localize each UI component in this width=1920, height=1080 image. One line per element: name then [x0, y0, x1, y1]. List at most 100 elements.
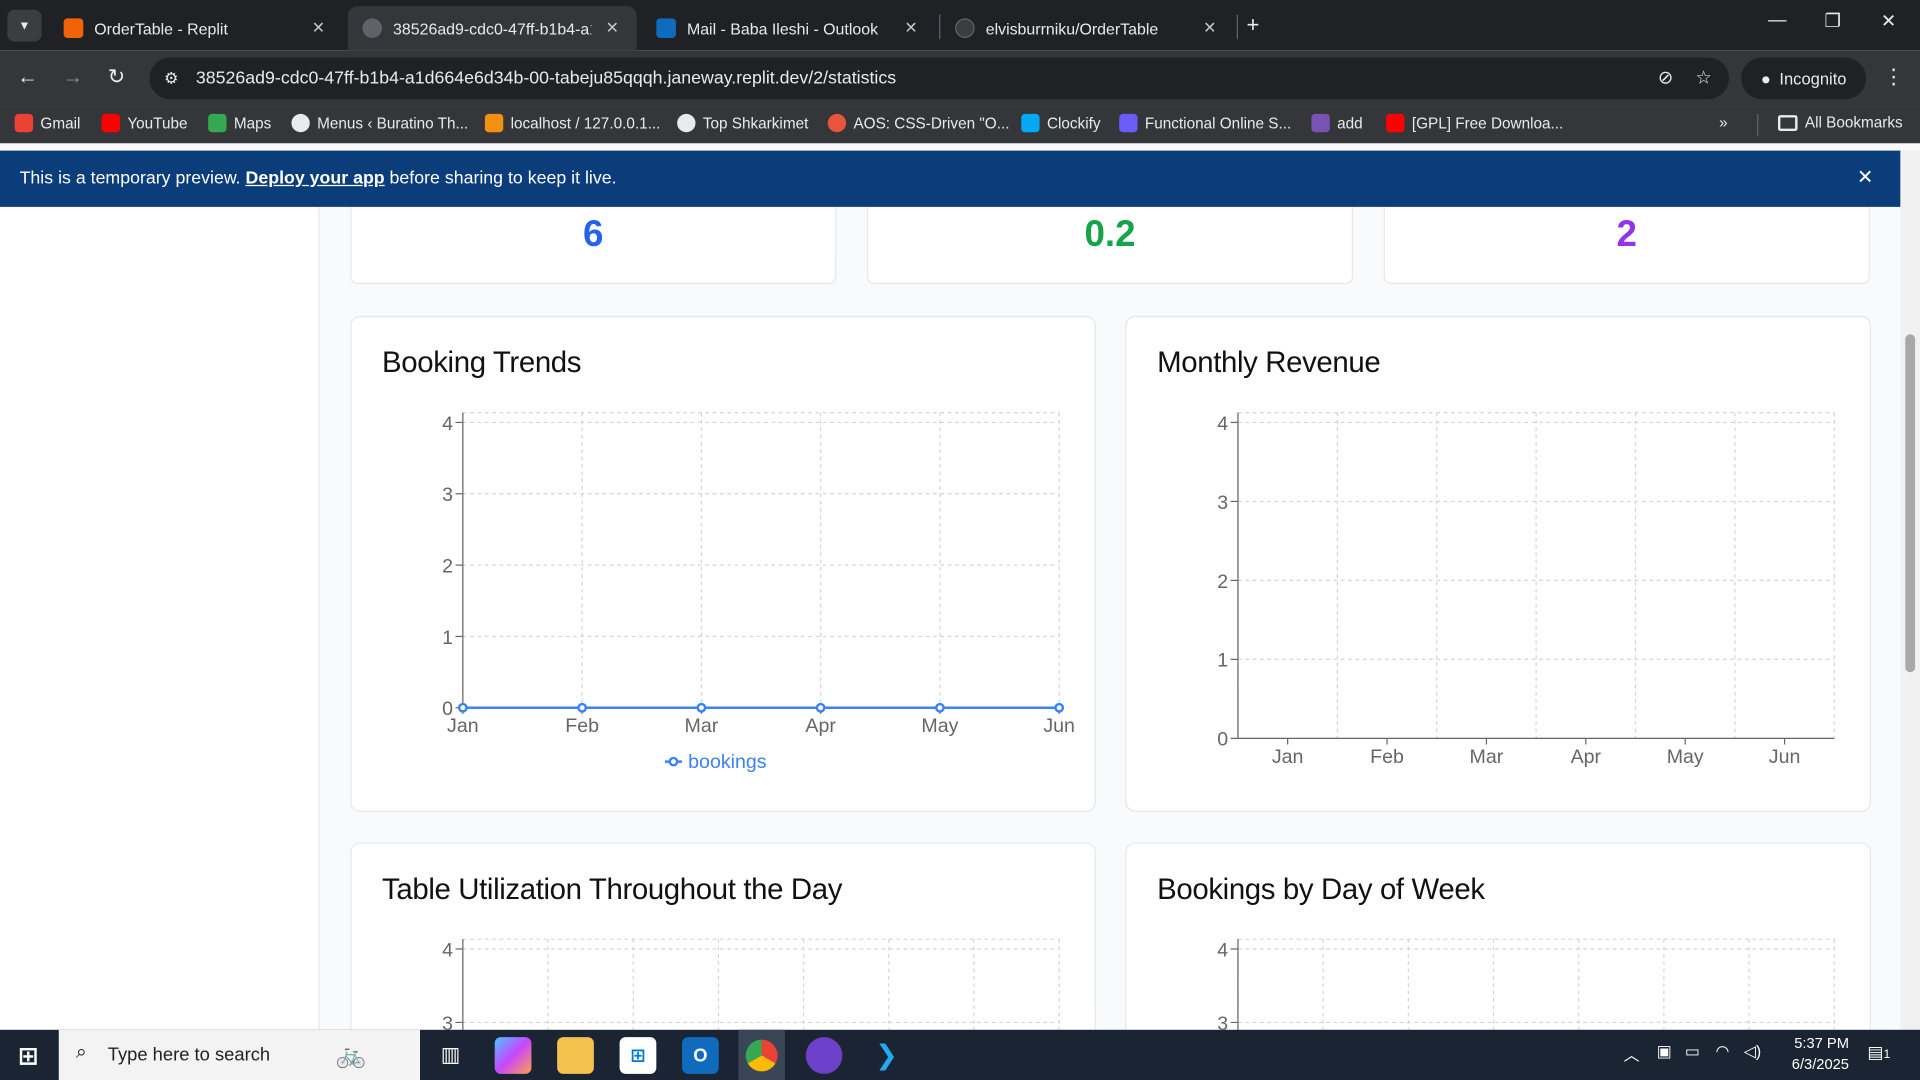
bookmark-gmail[interactable]: Gmail — [14, 113, 81, 133]
x-tick-label: Apr — [805, 715, 836, 737]
bookmark-label: Menus ‹ Buratino Th... — [317, 114, 469, 132]
site-settings-icon[interactable]: ⚙ — [164, 69, 178, 89]
bookings-by-day-card: Bookings by Day of Week 34 — [1125, 842, 1872, 1030]
bookmark-label: localhost / 127.0.0.1... — [510, 114, 661, 132]
y-tick-label: 3 — [442, 484, 453, 506]
star-icon[interactable]: ☆ — [1695, 66, 1711, 88]
github-desktop-icon[interactable] — [805, 1037, 843, 1074]
microsoft-store-icon[interactable]: ⊞ — [619, 1037, 657, 1074]
bookmark-youtube[interactable]: YouTube — [101, 113, 188, 133]
battery-icon[interactable]: ▭ — [1685, 1042, 1700, 1062]
outlook-icon[interactable]: O — [682, 1037, 719, 1074]
y-tick-label: 2 — [442, 555, 453, 577]
vscode-icon[interactable]: ❯ — [868, 1037, 905, 1074]
all-bookmarks-label: All Bookmarks — [1804, 113, 1903, 132]
bookmark-label: YouTube — [127, 114, 188, 132]
tab-outlook[interactable]: Mail - Baba Ileshi - Outlook ✕ — [642, 6, 936, 50]
maps-icon — [208, 113, 227, 133]
reload-icon[interactable]: ↻ — [108, 65, 125, 89]
bookmark-top-shkarkimet[interactable]: Top Shkarkimet — [677, 113, 809, 133]
new-tab-button[interactable]: + — [1247, 12, 1260, 38]
page-scrollbar[interactable] — [1900, 150, 1920, 1030]
outlook-icon — [656, 18, 676, 38]
stat-value: 0.2 — [1084, 214, 1136, 255]
functional-icon — [1119, 113, 1138, 133]
notifications-icon[interactable]: ▤1 — [1867, 1042, 1890, 1063]
task-view-icon[interactable]: ▥ — [432, 1037, 469, 1074]
tab-github[interactable]: elvisburrniku/OrderTable ✕ — [940, 6, 1234, 50]
bookings-by-day-chart: 34 — [1217, 938, 1835, 1030]
bookmark-wordpress[interactable]: Menus ‹ Buratino Th... — [291, 113, 469, 133]
back-arrow-icon[interactable]: ← — [17, 65, 38, 89]
bookmark-functional[interactable]: Functional Online S... — [1119, 113, 1291, 133]
bookmark-label: [GPL] Free Downloa... — [1411, 114, 1564, 132]
bookmark-add[interactable]: add — [1311, 113, 1363, 133]
scrollbar-thumb[interactable] — [1905, 334, 1916, 673]
data-point — [1054, 702, 1065, 713]
y-tick-label: 2 — [1217, 571, 1228, 593]
more-bookmarks-button[interactable]: » — [1719, 114, 1728, 131]
tab-preview[interactable]: 38526ad9-cdc0-47ff-b1b4-a1d6 ✕ — [347, 6, 637, 51]
close-icon[interactable]: ✕ — [309, 18, 329, 38]
bookmark-label: Top Shkarkimet — [702, 114, 809, 132]
incognito-label: Incognito — [1779, 69, 1847, 88]
data-point — [815, 702, 826, 713]
minimize-icon[interactable]: — — [1768, 10, 1786, 31]
bookmark-clockify[interactable]: Clockify — [1021, 113, 1101, 133]
data-point — [457, 702, 468, 713]
file-explorer-icon[interactable] — [557, 1037, 594, 1074]
bookmark-maps[interactable]: Maps — [208, 113, 271, 133]
x-tick-label: Jan — [447, 715, 479, 737]
x-tick-label: Apr — [1571, 746, 1602, 768]
bookmarks-separator — [1757, 113, 1759, 136]
windows-start-icon[interactable]: ⊞ — [10, 1037, 47, 1074]
tab-strip: ▼ OrderTable - Replit ✕ 38526ad9-cdc0-47… — [0, 0, 1920, 51]
copilot-icon[interactable] — [494, 1037, 532, 1074]
stat-value: 2 — [1616, 214, 1637, 255]
forward-arrow-icon[interactable]: → — [62, 65, 83, 89]
taskbar-search[interactable]: ⌕ Type here to search 🚲 — [58, 1029, 421, 1080]
tab-ordertable-replit[interactable]: OrderTable - Replit ✕ — [49, 6, 343, 50]
wifi-icon[interactable]: ◠ — [1716, 1042, 1730, 1062]
window-close-icon[interactable]: ✕ — [1881, 10, 1896, 32]
bookmark-localhost[interactable]: localhost / 127.0.0.1... — [484, 113, 661, 133]
all-bookmarks-button[interactable]: All Bookmarks — [1777, 113, 1903, 132]
data-point — [577, 702, 588, 713]
x-tick-label: Feb — [565, 715, 599, 737]
close-banner-icon[interactable]: ✕ — [1857, 165, 1873, 189]
bookmark-aos[interactable]: AOS: CSS-Driven "O... — [827, 113, 1010, 133]
x-tick-label: Mar — [685, 715, 719, 737]
close-icon[interactable]: ✕ — [901, 18, 921, 38]
volume-icon[interactable]: ◁) — [1744, 1042, 1762, 1062]
double-chevron-right-icon: » — [1719, 113, 1728, 132]
y-tick-label: 4 — [1217, 413, 1228, 435]
x-tick-label: Jan — [1272, 746, 1304, 768]
browser-toolbar: ← → ↻ ⚙ 38526ad9-cdc0-47ff-b1b4-a1d664e6… — [0, 50, 1920, 107]
stat-card: 0.2 — [866, 206, 1354, 285]
restore-icon[interactable]: ❐ — [1824, 10, 1840, 32]
folder-icon — [1777, 114, 1798, 131]
show-hidden-icons-icon[interactable]: ︿ — [1624, 1042, 1640, 1065]
chrome-icon[interactable] — [738, 1029, 785, 1080]
booking-trends-chart: 01234Jan Feb Mar Apr May Junbookings — [442, 412, 1075, 773]
close-icon[interactable]: ✕ — [1200, 18, 1220, 38]
incognito-badge[interactable]: ● Incognito — [1741, 57, 1867, 100]
bookmark-gpl[interactable]: [GPL] Free Downloa... — [1386, 113, 1564, 133]
banner-text: This is a temporary preview. — [19, 168, 241, 189]
taskbar-clock[interactable]: 5:37 PM 6/3/2025 — [1763, 1033, 1849, 1075]
legend-point-icon — [668, 756, 679, 767]
address-bar[interactable]: ⚙ 38526ad9-cdc0-47ff-b1b4-a1d664e6d34b-0… — [149, 57, 1729, 100]
booking-trends-card: Booking Trends 0 1 2 3 4 Jan Feb Mar Apr May Jun bo… — [350, 315, 1096, 812]
eye-off-icon[interactable]: ⊘ — [1658, 66, 1673, 88]
close-icon[interactable]: ✕ — [602, 18, 622, 38]
url-text: 38526ad9-cdc0-47ff-b1b4-a1d664e6d34b-00-… — [195, 68, 897, 89]
meet-now-icon[interactable]: ▣ — [1657, 1042, 1672, 1062]
search-icon: ⌕ — [75, 1042, 87, 1063]
bookmark-label: AOS: CSS-Driven "O... — [853, 114, 1010, 132]
tab-search-button[interactable]: ▼ — [7, 9, 42, 42]
deploy-link[interactable]: Deploy your app — [246, 169, 385, 189]
y-tick-label: 1 — [442, 627, 453, 649]
preview-banner: This is a temporary preview. Deploy your… — [0, 150, 1901, 207]
more-options-icon[interactable]: ⋮ — [1883, 65, 1904, 89]
sidebar — [0, 206, 320, 1030]
